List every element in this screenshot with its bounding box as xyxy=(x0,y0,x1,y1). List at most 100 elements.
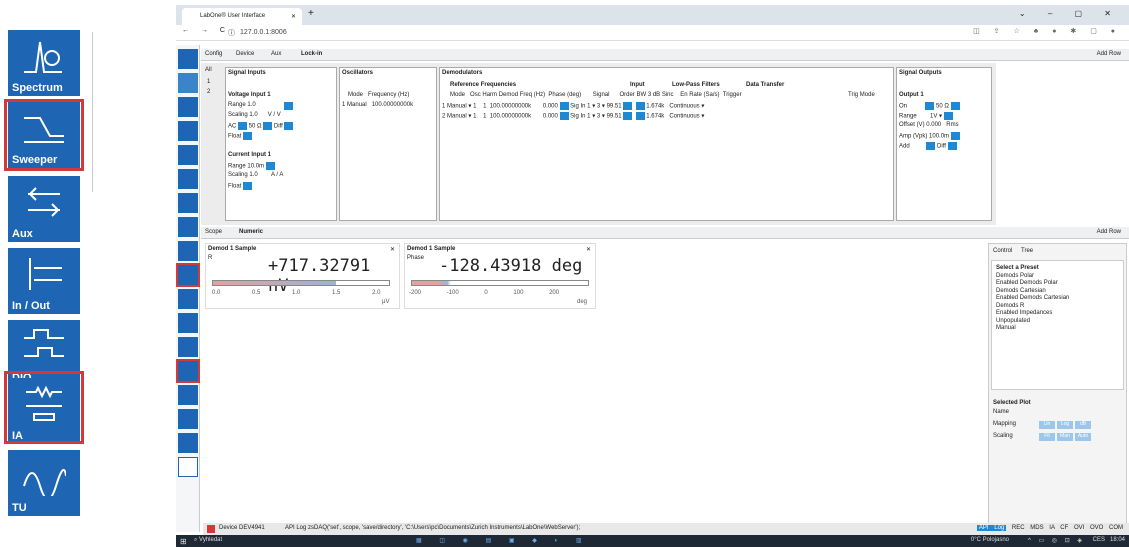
float-toggle[interactable] xyxy=(243,132,253,140)
all-tab[interactable]: All xyxy=(205,67,212,73)
sidebar-mds[interactable] xyxy=(178,409,198,429)
zoom-aux-item[interactable]: Aux xyxy=(8,176,80,242)
demod-osc-select[interactable]: 1 xyxy=(473,104,476,110)
ac-toggle[interactable] xyxy=(238,122,248,130)
windows-start-icon[interactable]: ⊞ xyxy=(180,537,187,546)
sidebar-pidctrl[interactable] xyxy=(178,433,198,453)
demod-mode-select[interactable]: Manual xyxy=(447,114,467,120)
sidebar-upgrade[interactable] xyxy=(178,457,198,477)
close-icon[interactable]: ✕ xyxy=(291,13,296,20)
sidebar-numeric[interactable] xyxy=(178,145,198,165)
zoom-spectrum-item[interactable]: Spectrum xyxy=(8,30,80,96)
cf-indicator[interactable]: CF xyxy=(1060,525,1068,531)
add-row-button-bottom[interactable]: Add Row xyxy=(1097,229,1121,235)
out-auto-range-button[interactable] xyxy=(943,112,953,120)
tab-device[interactable]: Device xyxy=(236,51,254,57)
tab-config[interactable]: Config xyxy=(205,51,222,57)
tab-aux[interactable]: Aux xyxy=(271,51,281,57)
mds-indicator[interactable]: MDS xyxy=(1030,525,1043,531)
demod-phase-input[interactable]: 0.000 xyxy=(543,114,558,120)
preset-item[interactable]: Unpopulated xyxy=(996,318,1119,326)
demod-order-select[interactable]: 3 xyxy=(597,104,600,110)
amp-input[interactable]: 100.0m xyxy=(929,134,949,140)
out-ohm-toggle[interactable] xyxy=(950,102,960,110)
rec-indicator[interactable]: REC xyxy=(1012,525,1025,531)
taskbar-apps-icon[interactable]: ▦ ◫ ◉ ▤ ▣ ◆ ◐ ▥ xyxy=(416,537,590,544)
demod-phase-input[interactable]: 0.000 xyxy=(543,104,558,110)
ovi-indicator[interactable]: OVI xyxy=(1074,525,1084,531)
sidebar-aux[interactable] xyxy=(178,289,198,309)
mapping-db-button[interactable]: dB xyxy=(1075,421,1091,429)
rms-button[interactable]: Rms xyxy=(946,122,958,128)
tab-tree[interactable]: Tree xyxy=(1021,248,1033,256)
close-icon[interactable]: ✕ xyxy=(390,246,395,253)
url-field[interactable]: 127.0.0.1:8006 xyxy=(240,29,287,36)
row-1[interactable]: 1 xyxy=(207,79,210,85)
preset-item[interactable]: Enabled Impedances xyxy=(996,310,1119,318)
tab-lockin[interactable]: Lock-in xyxy=(301,51,322,57)
demod-harm-input[interactable]: 1 xyxy=(483,104,486,110)
mapping-lin-button[interactable]: Lin xyxy=(1039,421,1055,429)
api-log-label[interactable]: API Log xyxy=(285,525,306,531)
preset-item[interactable]: Manual xyxy=(996,325,1119,333)
phase-zero-button[interactable] xyxy=(559,102,569,110)
row-2[interactable]: 2 xyxy=(207,89,210,95)
zoom-inout-item[interactable]: In / Out xyxy=(8,248,80,314)
sinc-toggle[interactable] xyxy=(623,112,633,120)
nav-icons[interactable]: ← → C xyxy=(182,27,230,34)
add-toggle[interactable] xyxy=(926,142,936,150)
tab-scope[interactable]: Scope xyxy=(205,229,222,235)
extension-icons[interactable]: ◫ ⇪ ☆ ♣ ● ✱ ▢ ● xyxy=(973,27,1121,35)
phase-zero-button[interactable] xyxy=(559,112,569,120)
sidebar-spectrum[interactable] xyxy=(178,241,198,261)
osc-mode-value[interactable]: Manual xyxy=(347,102,367,108)
new-tab-icon[interactable]: + xyxy=(308,8,314,19)
c-range-input[interactable]: 10.0m xyxy=(247,164,264,170)
preset-item[interactable]: Enabled Demods Cartesian xyxy=(996,295,1119,303)
demod-rate-input[interactable]: 1.674k xyxy=(646,104,664,110)
zoom-tu-item[interactable]: TU xyxy=(8,450,80,516)
api-log-button[interactable]: API Log xyxy=(976,525,1007,531)
com-indicator[interactable]: COM xyxy=(1109,525,1123,531)
scaling-input[interactable]: 1.0 xyxy=(249,112,257,118)
mapping-log-button[interactable]: Log xyxy=(1057,421,1073,429)
sidebar-daq[interactable] xyxy=(178,217,198,237)
sinc-toggle[interactable] xyxy=(623,102,633,110)
preset-item[interactable]: Demods R xyxy=(996,303,1119,311)
sidebar-lockin[interactable] xyxy=(178,121,198,141)
auto-range-button[interactable] xyxy=(284,102,293,110)
out-diff-toggle[interactable] xyxy=(947,142,957,150)
scaling-man-button[interactable]: Man xyxy=(1057,433,1073,441)
preset-item[interactable]: Enabled Demods Polar xyxy=(996,280,1119,288)
sidebar-scope[interactable] xyxy=(178,193,198,213)
taskbar-search[interactable]: Vyhledat xyxy=(199,537,222,543)
amp-enable-toggle[interactable] xyxy=(950,132,960,140)
demod-harm-input[interactable]: 1 xyxy=(483,114,486,120)
device-id[interactable]: DEV4941 xyxy=(239,525,265,531)
demod-trigger-select[interactable]: Continuous xyxy=(669,114,699,120)
scaling-fit-button[interactable]: Fit xyxy=(1039,433,1055,441)
demod-mode-select[interactable]: Manual xyxy=(447,104,467,110)
demod-signal-select[interactable]: Sig In 1 xyxy=(570,114,590,120)
browser-tab[interactable]: LabOne® User Interface ✕ xyxy=(182,8,302,25)
tab-numeric[interactable]: Numeric xyxy=(239,229,263,235)
ohm-toggle[interactable] xyxy=(263,122,273,130)
enable-toggle[interactable] xyxy=(635,102,645,110)
sidebar-sweeper[interactable] xyxy=(176,263,200,287)
sidebar-tu[interactable] xyxy=(178,385,198,405)
demod-trigger-select[interactable]: Continuous xyxy=(669,104,699,110)
enable-toggle[interactable] xyxy=(635,112,645,120)
sidebar-inout[interactable] xyxy=(178,313,198,333)
out-range-select[interactable]: 1V xyxy=(930,114,937,120)
c-float-toggle[interactable] xyxy=(243,182,253,190)
demod-bw-input[interactable]: 99.51 xyxy=(607,114,622,120)
demod-osc-select[interactable]: 1 xyxy=(473,114,476,120)
close-icon[interactable]: ✕ xyxy=(586,246,591,253)
demod-rate-input[interactable]: 1.674k xyxy=(646,114,664,120)
sidebar-dio[interactable] xyxy=(178,337,198,357)
c-scaling-input[interactable]: 1.0 xyxy=(249,172,257,178)
preset-item[interactable]: Demods Cartesian xyxy=(996,288,1119,296)
scaling-auto-button[interactable]: Auto xyxy=(1075,433,1091,441)
sidebar-ia[interactable] xyxy=(176,359,200,383)
c-auto-range-button[interactable] xyxy=(265,162,275,170)
